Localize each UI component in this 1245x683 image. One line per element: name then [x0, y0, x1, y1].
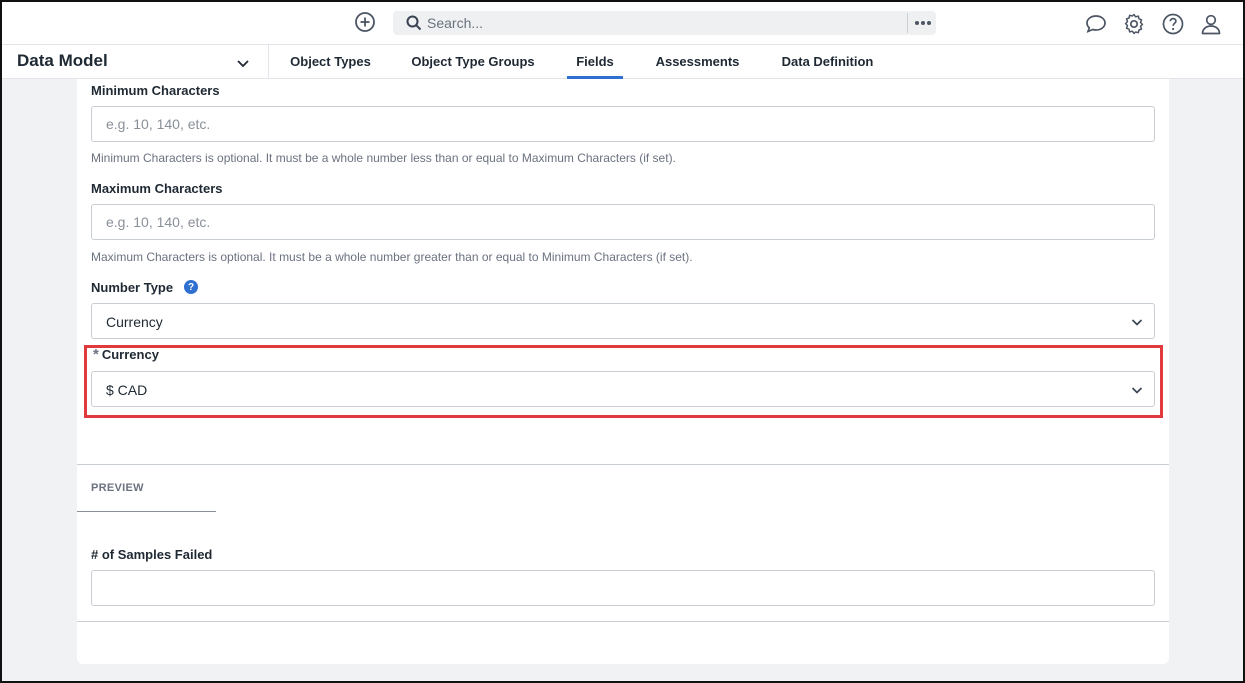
- search-bar: [393, 11, 936, 35]
- currency-value: $ CAD: [106, 382, 148, 398]
- max-chars-help: Maximum Characters is optional. It must …: [91, 250, 693, 264]
- min-chars-field-wrapper: [91, 106, 1155, 142]
- chevron-down-icon: [1131, 387, 1143, 394]
- required-indicator: *: [93, 346, 99, 363]
- chevron-down-icon: [1131, 319, 1143, 326]
- currency-select[interactable]: $ CAD: [91, 371, 1155, 407]
- min-chars-input[interactable]: [92, 107, 1154, 141]
- plus-circle-icon[interactable]: [354, 11, 376, 33]
- tab-fields[interactable]: Fields: [567, 45, 623, 79]
- tab-data-definition[interactable]: Data Definition: [773, 45, 882, 78]
- min-chars-help: Minimum Characters is optional. It must …: [91, 151, 676, 165]
- tab-object-types[interactable]: Object Types: [283, 45, 378, 78]
- samples-failed-input[interactable]: [92, 571, 1154, 605]
- search-icon: [406, 15, 422, 31]
- nav-divider: [268, 45, 269, 78]
- user-icon[interactable]: [1199, 12, 1223, 36]
- tab-object-type-groups[interactable]: Object Type Groups: [406, 45, 540, 78]
- gear-icon[interactable]: [1122, 12, 1146, 36]
- section-divider: [77, 464, 1169, 465]
- max-chars-field-wrapper: [91, 204, 1155, 240]
- number-type-value: Currency: [106, 314, 163, 330]
- number-type-label: Number Type: [91, 280, 174, 295]
- preview-divider: [77, 621, 1169, 622]
- max-chars-label: Maximum Characters: [91, 181, 223, 196]
- module-title: Data Model: [17, 51, 108, 70]
- info-icon[interactable]: ?: [184, 280, 198, 294]
- field-form-card: Minimum Characters Minimum Characters is…: [77, 79, 1169, 664]
- samples-failed-label: # of Samples Failed: [91, 547, 213, 562]
- module-nav: Data Model Object Types Object Type Grou…: [0, 45, 1245, 79]
- chat-icon[interactable]: [1084, 12, 1108, 36]
- preview-tab-underline: [77, 511, 216, 512]
- more-button[interactable]: [909, 11, 936, 35]
- preview-tab[interactable]: PREVIEW: [91, 482, 144, 494]
- chevron-down-icon[interactable]: [235, 55, 251, 71]
- currency-label-text: Currency: [101, 347, 159, 362]
- currency-label: * Currency: [93, 346, 159, 363]
- min-chars-label: Minimum Characters: [91, 83, 220, 98]
- tab-assessments[interactable]: Assessments: [650, 45, 745, 78]
- help-icon[interactable]: [1161, 12, 1185, 36]
- max-chars-input[interactable]: [92, 205, 1154, 239]
- search-input[interactable]: [427, 13, 897, 33]
- number-type-select[interactable]: Currency: [91, 303, 1155, 339]
- more-dots-icon: [914, 21, 931, 25]
- samples-failed-field-wrapper: [91, 570, 1155, 606]
- search-divider: [907, 13, 908, 33]
- top-bar: [0, 0, 1245, 45]
